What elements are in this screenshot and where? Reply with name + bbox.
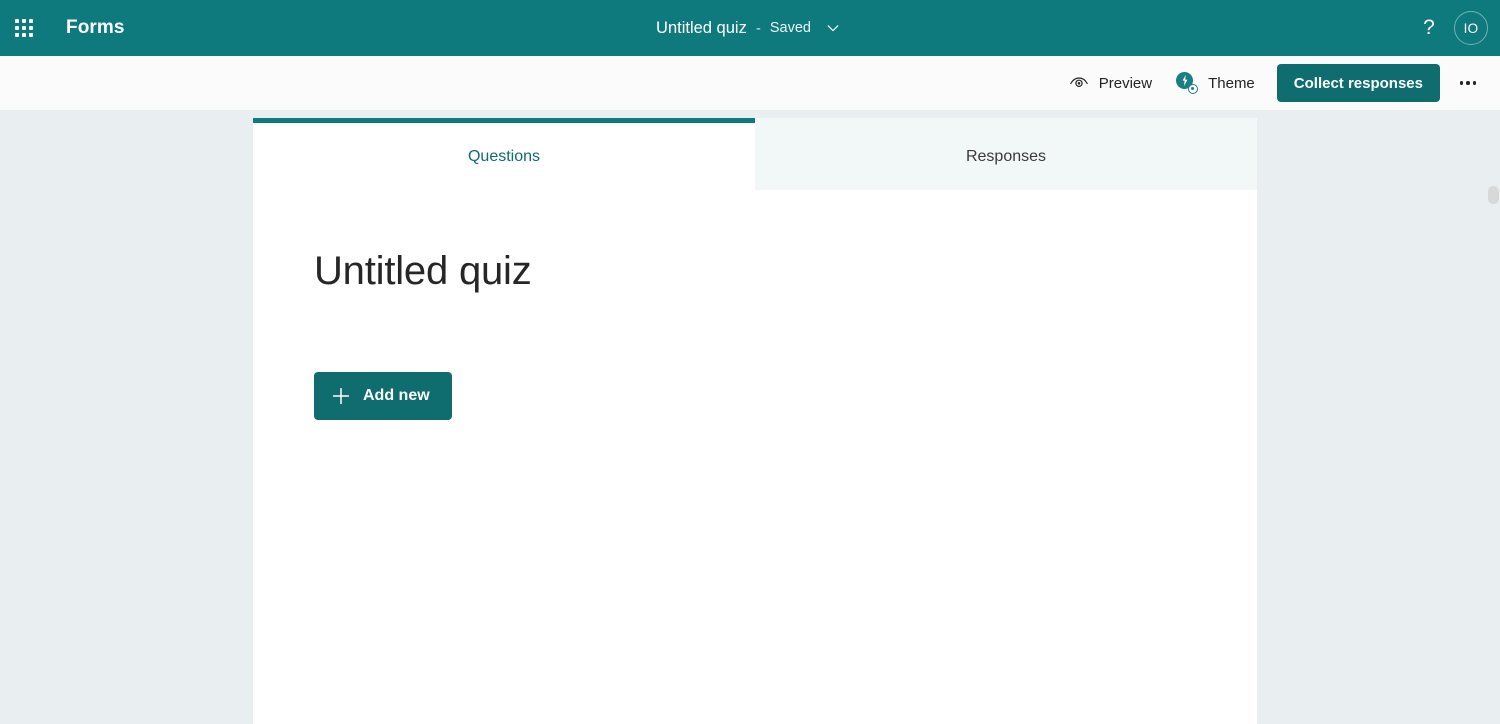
header-actions: ? IO — [1410, 0, 1500, 56]
vertical-scrollbar-track[interactable] — [1487, 110, 1500, 724]
app-header: Forms Untitled quiz - Saved ? IO — [0, 0, 1500, 56]
document-title[interactable]: Untitled quiz — [656, 19, 747, 38]
tabstrip: Questions Responses — [253, 118, 1257, 190]
add-new-row: Add new — [314, 294, 1257, 420]
tab-questions-label: Questions — [467, 147, 541, 165]
plus-icon — [331, 386, 351, 406]
save-status-label: Saved — [769, 20, 811, 36]
form-canvas: Questions Responses Untitled quiz Add ne… — [0, 110, 1500, 724]
theme-button[interactable]: Theme — [1166, 64, 1265, 102]
collect-responses-button[interactable]: Collect responses — [1276, 64, 1440, 102]
eye-icon — [1069, 73, 1089, 93]
preview-label: Preview — [1098, 74, 1153, 92]
command-bar: Preview Theme Collect responses — [0, 56, 1500, 110]
tab-responses[interactable]: Responses — [755, 118, 1257, 190]
theme-label: Theme — [1208, 74, 1255, 92]
brand-forms-link[interactable]: Forms — [66, 17, 125, 39]
chevron-down-icon[interactable] — [822, 17, 844, 39]
add-new-label: Add new — [363, 387, 430, 404]
title-separator: - — [755, 19, 761, 37]
app-launcher-button[interactable] — [0, 0, 48, 56]
add-new-button[interactable]: Add new — [314, 372, 452, 420]
form-title-input[interactable]: Untitled quiz — [314, 248, 532, 294]
more-horizontal-icon[interactable] — [1450, 65, 1486, 101]
help-icon[interactable]: ? — [1410, 9, 1448, 47]
tab-responses-label: Responses — [965, 147, 1047, 165]
avatar[interactable]: IO — [1454, 11, 1488, 45]
form-card: Questions Responses Untitled quiz Add ne… — [253, 118, 1257, 724]
form-body: Untitled quiz Add new — [253, 190, 1257, 420]
preview-button[interactable]: Preview — [1059, 64, 1162, 102]
waffle-grid-icon — [15, 19, 33, 37]
header-title-group: Untitled quiz - Saved — [0, 0, 1500, 56]
vertical-scrollbar-thumb[interactable] — [1488, 186, 1499, 204]
tab-questions[interactable]: Questions — [253, 118, 755, 190]
theme-paint-icon — [1176, 72, 1199, 94]
